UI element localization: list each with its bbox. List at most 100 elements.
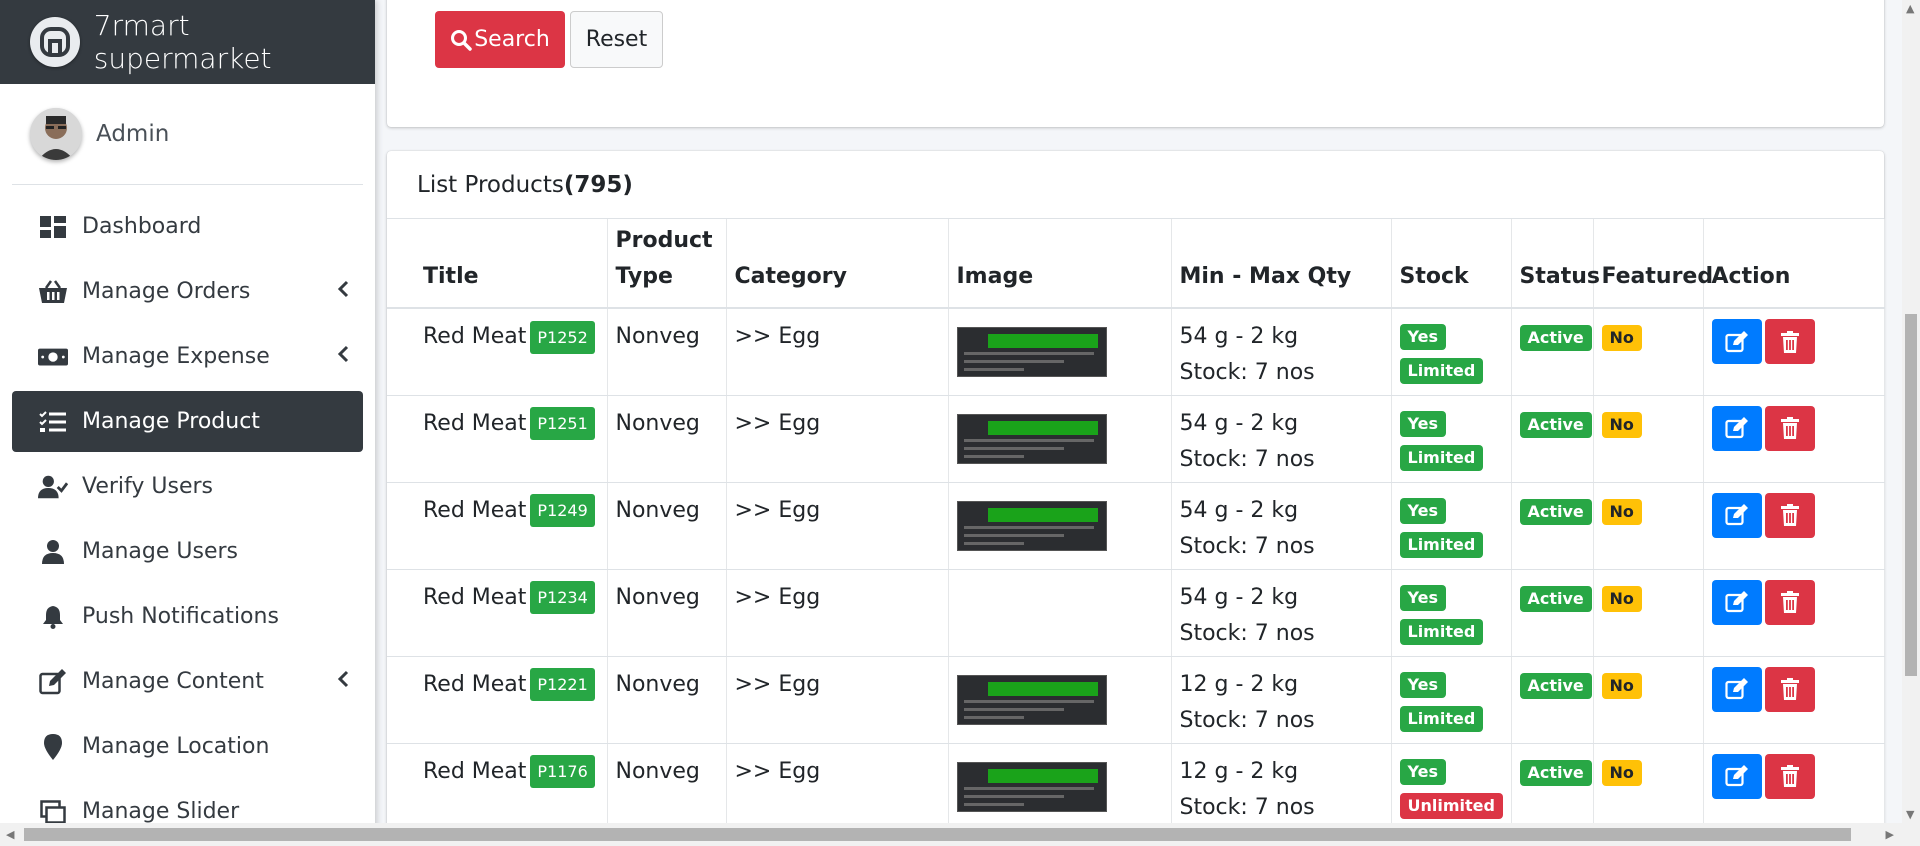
vertical-scroll-thumb[interactable] bbox=[1905, 314, 1917, 676]
product-count: (795) bbox=[563, 171, 633, 198]
column-header-category[interactable]: Category bbox=[726, 219, 949, 309]
stock-badge[interactable]: Yes bbox=[1399, 584, 1446, 611]
column-header-status[interactable]: Status bbox=[1511, 219, 1600, 309]
sidebar-item-manage-product[interactable]: Manage Product bbox=[12, 391, 363, 452]
edit-button[interactable] bbox=[1711, 319, 1762, 364]
sidebar-item-push-notifications[interactable]: Push Notifications bbox=[12, 586, 363, 647]
limit-badge[interactable]: Limited bbox=[1399, 358, 1484, 384]
slider-icon bbox=[38, 797, 68, 827]
featured-badge[interactable]: No bbox=[1601, 759, 1642, 786]
product-list-card: List Products (795) Title Product Type Ca… bbox=[387, 151, 1885, 823]
status-badge[interactable]: Active bbox=[1519, 498, 1592, 525]
sidebar-item-manage-content[interactable]: Manage Content bbox=[12, 651, 363, 712]
column-header-title[interactable]: Title bbox=[387, 219, 608, 309]
stock-badge[interactable]: Yes bbox=[1399, 671, 1446, 698]
product-title[interactable]: Red Meat bbox=[423, 585, 526, 610]
column-header-product-type[interactable]: Product Type bbox=[607, 219, 727, 309]
featured-badge[interactable]: No bbox=[1601, 411, 1642, 438]
qty-cell: 54 g - 2 kg Stock: 7 nos bbox=[1171, 569, 1392, 657]
edit-icon bbox=[1724, 591, 1748, 613]
money-icon bbox=[38, 342, 68, 372]
scroll-left-icon[interactable]: ◀ bbox=[6, 828, 14, 841]
table-row: Red Meat P1221 Nonveg >> Egg 12 g - 2 kg S… bbox=[387, 656, 1885, 744]
limit-badge[interactable]: Unlimited bbox=[1399, 792, 1503, 819]
product-thumbnail[interactable] bbox=[956, 674, 1107, 725]
user-name: Admin bbox=[96, 121, 170, 147]
featured-badge[interactable]: No bbox=[1601, 672, 1642, 699]
edit-icon bbox=[1724, 504, 1748, 526]
status-badge[interactable]: Active bbox=[1519, 585, 1592, 612]
stock-badge[interactable]: Yes bbox=[1399, 497, 1446, 524]
product-title[interactable]: Red Meat bbox=[423, 759, 526, 784]
product-thumbnail[interactable] bbox=[956, 500, 1107, 551]
stock-badge[interactable]: Yes bbox=[1399, 410, 1446, 437]
delete-button[interactable] bbox=[1764, 319, 1815, 364]
edit-button[interactable] bbox=[1711, 753, 1762, 799]
sidebar-item-manage-expense[interactable]: Manage Expense bbox=[12, 326, 363, 387]
column-header-qty[interactable]: Min - Max Qty bbox=[1171, 219, 1392, 309]
user-panel[interactable]: Admin bbox=[12, 84, 363, 185]
limit-badge[interactable]: Limited bbox=[1399, 705, 1484, 732]
basket-icon bbox=[38, 277, 68, 307]
featured-badge[interactable]: No bbox=[1601, 585, 1642, 612]
product-title[interactable]: Red Meat bbox=[423, 324, 526, 349]
delete-button[interactable] bbox=[1764, 492, 1815, 538]
edit-button[interactable] bbox=[1711, 579, 1762, 625]
horizontal-scrollbar[interactable]: ◀ ▶ bbox=[0, 823, 1920, 846]
reset-button-label: Reset bbox=[585, 27, 648, 52]
product-title[interactable]: Red Meat bbox=[423, 411, 526, 436]
product-thumbnail[interactable] bbox=[956, 327, 1107, 377]
sidebar-item-verify-users[interactable]: Verify Users bbox=[12, 456, 363, 517]
product-thumbnail[interactable] bbox=[956, 761, 1107, 812]
search-button[interactable]: Search bbox=[435, 11, 565, 68]
sidebar-item-dashboard[interactable]: Dashboard bbox=[12, 196, 363, 257]
edit-button[interactable] bbox=[1711, 492, 1762, 538]
brand[interactable]: 7rmart supermarket bbox=[0, 0, 375, 84]
product-thumbnail[interactable] bbox=[956, 413, 1107, 464]
reset-button[interactable]: Reset bbox=[570, 11, 663, 68]
column-header-stock[interactable]: Stock bbox=[1391, 219, 1512, 309]
bell-icon bbox=[38, 602, 68, 632]
stock-badge[interactable]: Yes bbox=[1399, 758, 1446, 785]
horizontal-scroll-thumb[interactable] bbox=[24, 828, 1851, 841]
edit-button[interactable] bbox=[1711, 666, 1762, 712]
column-header-image[interactable]: Image bbox=[948, 219, 1172, 309]
scroll-down-icon[interactable]: ▼ bbox=[1906, 808, 1914, 821]
sidebar-item-label: Dashboard bbox=[82, 214, 202, 239]
delete-button[interactable] bbox=[1764, 405, 1815, 451]
product-title[interactable]: Red Meat bbox=[423, 672, 526, 697]
status-badge[interactable]: Active bbox=[1519, 325, 1592, 351]
featured-badge[interactable]: No bbox=[1601, 498, 1642, 525]
status-badge[interactable]: Active bbox=[1519, 672, 1592, 699]
delete-button[interactable] bbox=[1764, 753, 1815, 799]
sidebar-item-label: Manage Content bbox=[82, 669, 264, 694]
vertical-scrollbar[interactable]: ▲ ▼ bbox=[1902, 0, 1920, 823]
featured-badge[interactable]: No bbox=[1601, 325, 1642, 351]
limit-badge[interactable]: Limited bbox=[1399, 444, 1484, 471]
action-cell bbox=[1703, 395, 1885, 483]
limit-badge[interactable]: Limited bbox=[1399, 531, 1484, 558]
delete-button[interactable] bbox=[1764, 666, 1815, 712]
product-type: Nonveg bbox=[607, 569, 727, 657]
featured-cell: No bbox=[1593, 308, 1704, 396]
status-badge[interactable]: Active bbox=[1519, 759, 1592, 786]
delete-button[interactable] bbox=[1764, 579, 1815, 625]
stock-badge[interactable]: Yes bbox=[1399, 324, 1446, 350]
sidebar-item-manage-location[interactable]: Manage Location bbox=[12, 716, 363, 777]
sidebar-item-manage-orders[interactable]: Manage Orders bbox=[12, 261, 363, 322]
product-title[interactable]: Red Meat bbox=[423, 498, 526, 523]
edit-button[interactable] bbox=[1711, 405, 1762, 451]
product-type: Nonveg bbox=[607, 482, 727, 570]
trash-icon bbox=[1780, 765, 1799, 787]
title-cell: Red Meat P1249 bbox=[387, 482, 608, 570]
image-cell bbox=[948, 395, 1172, 483]
image-cell bbox=[948, 743, 1172, 823]
sidebar-item-manage-users[interactable]: Manage Users bbox=[12, 521, 363, 582]
column-header-featured[interactable]: Featured bbox=[1593, 219, 1713, 309]
status-badge[interactable]: Active bbox=[1519, 411, 1592, 438]
sidebar-item-label: Manage Product bbox=[82, 409, 260, 434]
title-cell: Red Meat P1221 bbox=[387, 656, 608, 744]
scroll-up-icon[interactable]: ▲ bbox=[1906, 2, 1914, 15]
scroll-right-icon[interactable]: ▶ bbox=[1886, 828, 1894, 841]
limit-badge[interactable]: Limited bbox=[1399, 618, 1484, 645]
